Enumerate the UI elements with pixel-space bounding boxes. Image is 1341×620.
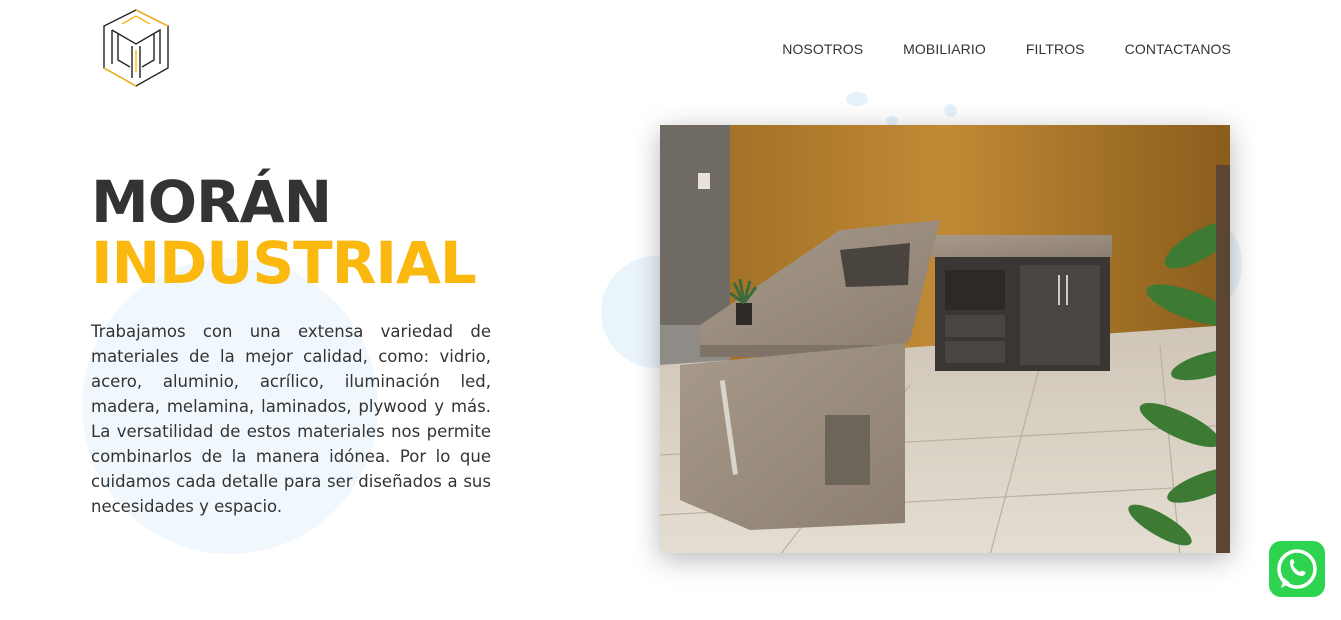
office-desk-photo-icon bbox=[660, 125, 1230, 553]
hero-title-line2: INDUSTRIAL bbox=[91, 229, 477, 297]
decorative-dot bbox=[846, 92, 868, 106]
hero-description: Trabajamos con una extensa variedad de m… bbox=[91, 322, 491, 516]
nav-item-contactanos[interactable]: CONTACTANOS bbox=[1125, 41, 1231, 57]
logo-link[interactable] bbox=[98, 6, 174, 94]
main-nav: NOSOTROS MOBILIARIO FILTROS CONTACTANOS bbox=[782, 41, 1231, 57]
nav-item-mobiliario[interactable]: MOBILIARIO bbox=[903, 41, 986, 57]
hero-image bbox=[660, 125, 1230, 553]
hero-title-line1: MORÁN bbox=[91, 168, 332, 236]
moran-industrial-logo-icon bbox=[103, 9, 169, 87]
decorative-dot bbox=[944, 104, 957, 117]
nav-item-nosotros[interactable]: NOSOTROS bbox=[782, 41, 863, 57]
whatsapp-button[interactable] bbox=[1269, 541, 1325, 597]
whatsapp-icon bbox=[1277, 549, 1317, 589]
nav-item-filtros[interactable]: FILTROS bbox=[1026, 41, 1085, 57]
hero-title: MORÁN INDUSTRIAL bbox=[91, 168, 477, 297]
